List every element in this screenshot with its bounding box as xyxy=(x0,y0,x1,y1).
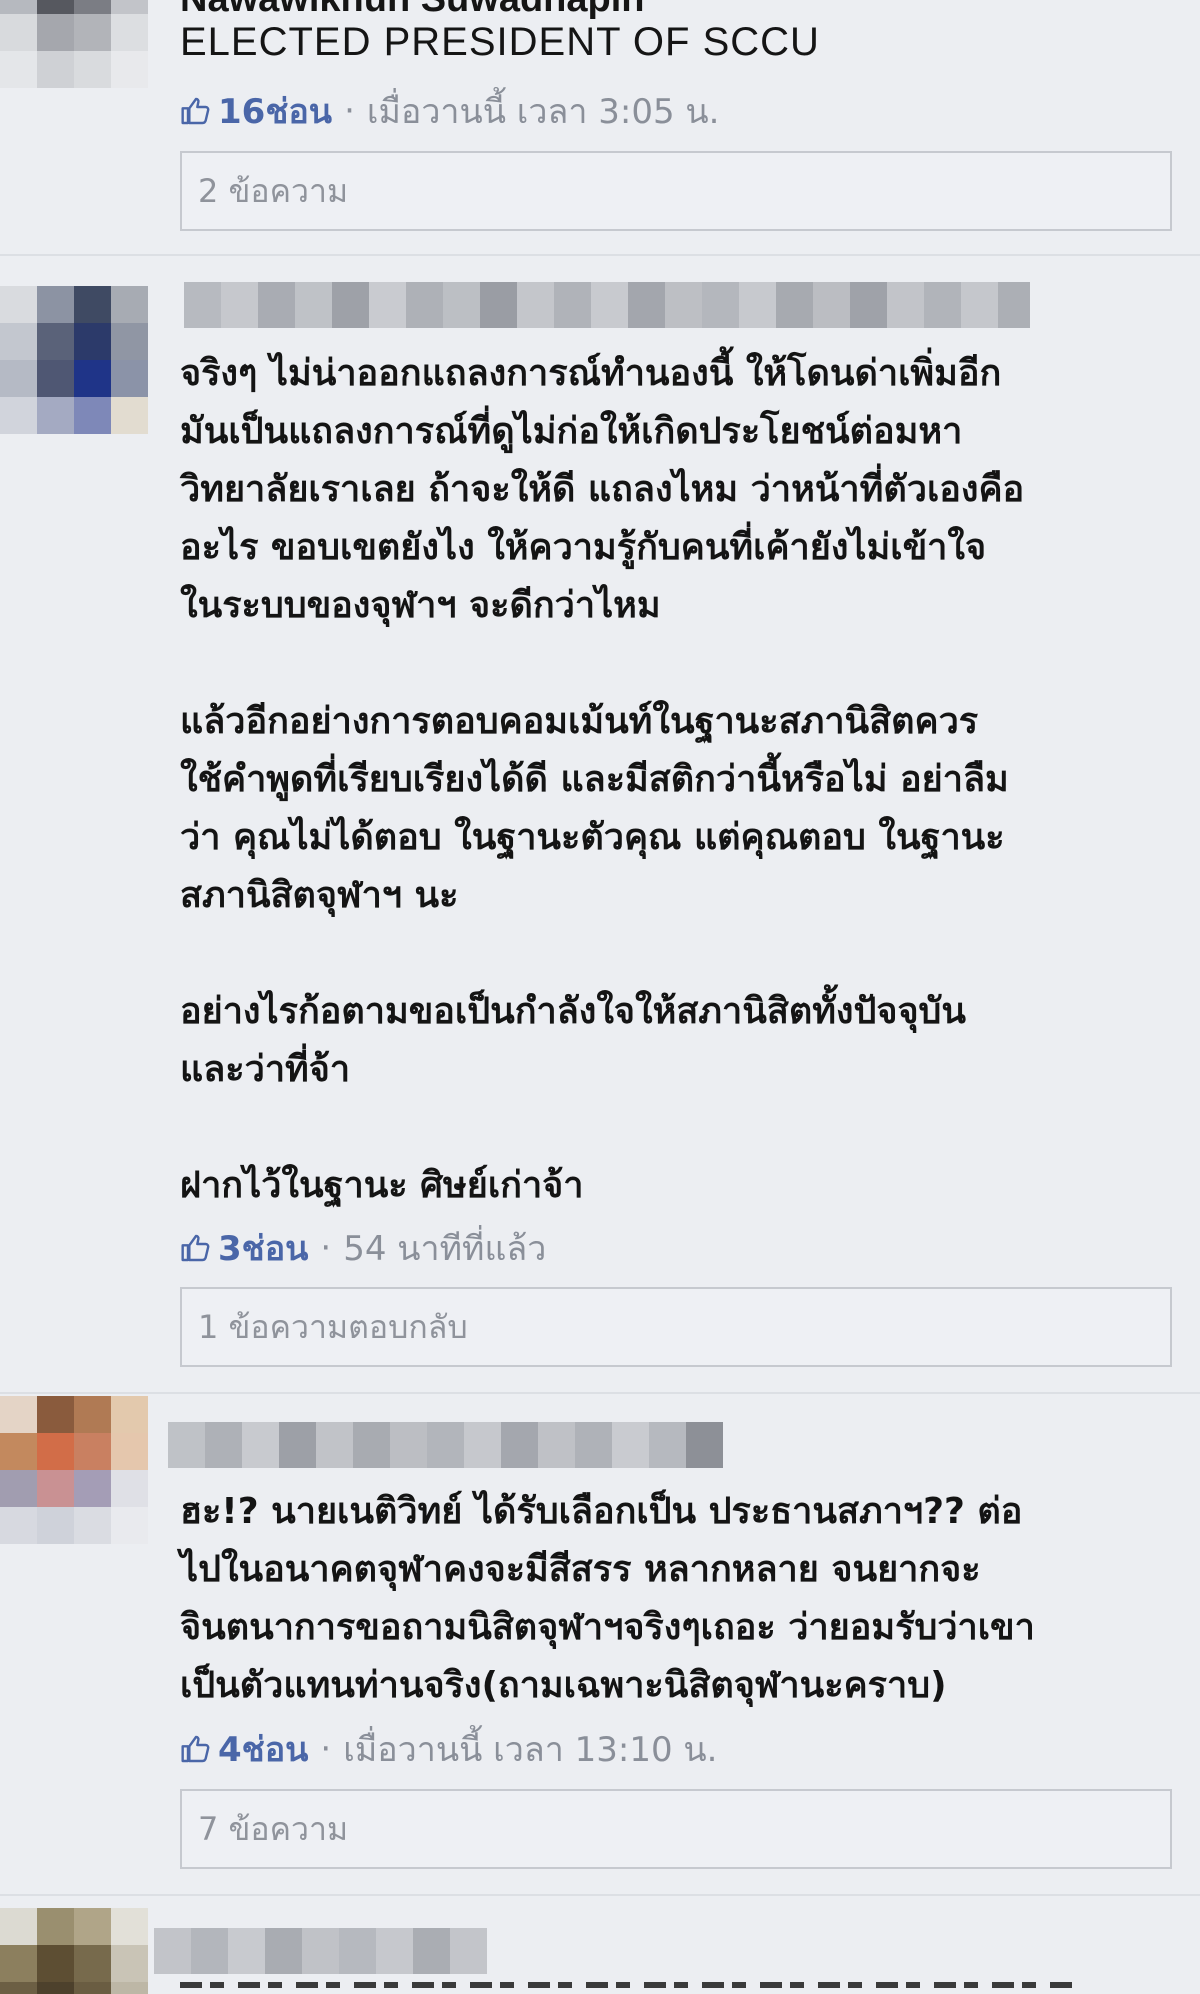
reply-count-label: 7 ข้อความ xyxy=(198,1809,349,1848)
comment-author-name[interactable] xyxy=(154,1928,487,1974)
comment-text: ฮะ!? นายเนติวิทย์ ได้รับเลือกเป็น ประธาน… xyxy=(180,1491,1035,1706)
comment-text: ELECTED PRESIDENT OF SCCU xyxy=(180,20,820,64)
like-count[interactable]: 16ช่อน xyxy=(218,84,332,138)
avatar[interactable] xyxy=(0,286,148,434)
comment-author-name[interactable] xyxy=(184,282,1030,328)
view-replies-button[interactable]: 7 ข้อความ xyxy=(180,1789,1172,1869)
comment-divider xyxy=(0,254,1200,256)
like-count[interactable]: 4ช่อน xyxy=(218,1722,308,1776)
thumbs-up-icon[interactable] xyxy=(180,1733,212,1765)
comment-author-name[interactable] xyxy=(168,1422,723,1468)
reply-count-label: 2 ข้อความ xyxy=(198,171,349,210)
thumbs-up-icon[interactable] xyxy=(180,1232,212,1264)
comment-timestamp[interactable]: เมื่อวานนี้ เวลา 13:10 น. xyxy=(343,1722,717,1776)
comment-divider xyxy=(0,1392,1200,1394)
comment-divider xyxy=(0,1894,1200,1896)
comment-timestamp[interactable]: 54 นาทีที่แล้ว xyxy=(343,1221,546,1275)
comment-meta: 16ช่อน · เมื่อวานนี้ เวลา 3:05 น. xyxy=(180,89,719,133)
meta-separator: · xyxy=(320,1729,332,1769)
view-replies-button[interactable]: 2 ข้อความ xyxy=(180,151,1172,231)
meta-separator: · xyxy=(344,91,355,131)
comment-text: จริงๆ ไม่น่าออกแถลงการณ์ทำนองนี้ ให้โดนด… xyxy=(180,353,1025,1206)
comment-meta: 3ช่อน · 54 นาทีที่แล้ว xyxy=(180,1226,546,1270)
reply-count-label: 1 ข้อความตอบกลับ xyxy=(198,1307,468,1346)
avatar[interactable] xyxy=(0,1908,148,1994)
comment-timestamp[interactable]: เมื่อวานนี้ เวลา 3:05 น. xyxy=(367,84,720,138)
meta-separator: · xyxy=(320,1228,332,1268)
avatar[interactable] xyxy=(0,0,148,88)
comment-meta: 4ช่อน · เมื่อวานนี้ เวลา 13:10 น. xyxy=(180,1727,717,1771)
avatar[interactable] xyxy=(0,1396,148,1544)
view-replies-button[interactable]: 1 ข้อความตอบกลับ xyxy=(180,1287,1172,1367)
like-count[interactable]: 3ช่อน xyxy=(218,1221,308,1275)
comment-author-name[interactable]: Nawawikhun Suwadhapin xyxy=(180,0,645,21)
thumbs-up-icon[interactable] xyxy=(180,95,212,127)
comment-text-cutoff xyxy=(180,1976,1080,1994)
